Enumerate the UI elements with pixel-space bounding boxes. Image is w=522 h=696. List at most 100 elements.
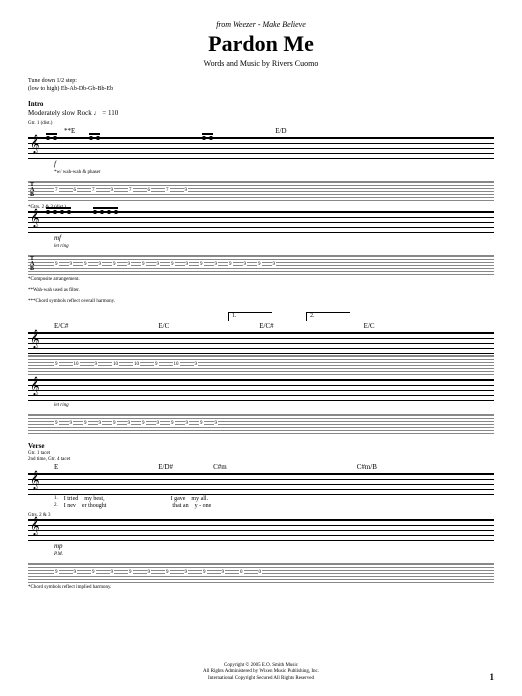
lyric: I gave (171, 496, 186, 502)
tab-num: 9 (94, 362, 99, 367)
treble-clef-icon: 𝄞 (30, 136, 39, 154)
chord: E/C (158, 322, 169, 330)
tab-num: 6 (147, 188, 152, 193)
page-number: 1 (490, 672, 495, 682)
phaser-note: *w/ wah-wah & phaser (28, 170, 494, 175)
verse-label: Verse (28, 442, 494, 450)
tab-num: 9 (184, 188, 189, 193)
tab-numbers-row: 999999999999 (46, 415, 494, 433)
song-title: Pardon Me (28, 31, 494, 57)
tab-num: 9 (214, 262, 219, 267)
vocal-staff: 𝄞 (28, 473, 494, 495)
tab-num: 9 (112, 262, 117, 267)
tab-num: 9 (154, 362, 159, 367)
tab-num: 9 (272, 262, 277, 267)
treble-clef-icon: 𝄞 (30, 472, 39, 490)
treble-clef-icon: 𝄞 (30, 331, 39, 349)
tab-label-icon: TAB (30, 183, 34, 198)
tab-num: 9 (243, 262, 248, 267)
tab-num: 9 (257, 262, 262, 267)
system-2: 1. 2. E/C# E/C E/C# E/C 𝄞 910910109109 𝄞… (28, 312, 494, 434)
lyric: I nev (64, 503, 76, 509)
lyrics-line2: 2. I nev er thought that an y - one (28, 503, 494, 509)
tab-num: 9 (83, 262, 88, 267)
tab-num: 7 (165, 188, 170, 193)
tab-num: 9 (110, 570, 115, 575)
gtr23-label: Gtrs. 2 & 3 (28, 513, 494, 518)
tab-num: 10 (73, 362, 80, 367)
tab-num: 9 (156, 262, 161, 267)
tab-staff: 999999999900 (28, 563, 494, 583)
chord-row-2: E/C# E/C E/C# E/C (28, 322, 494, 330)
staff-gtr1: 𝄞 f *w/ wah-wah & phaser TAB 7 6 7 9 7 6… (28, 137, 494, 201)
chord: E/C# (259, 322, 273, 330)
tab-num: 9 (141, 262, 146, 267)
tab-num: 9 (127, 262, 132, 267)
verse-num: 2. (54, 503, 58, 509)
tab-num: 9 (194, 362, 199, 367)
tab-num: 9 (185, 421, 190, 426)
footnote-composite: *Composite arrangement. (28, 277, 494, 282)
tab-num: 9 (54, 570, 59, 575)
tab-num: 9 (202, 570, 207, 575)
chord: C#m/B (357, 463, 377, 471)
dynamic-mp: mp (28, 542, 494, 550)
gtr4-tacet: 2nd time, Gtr. 4 tacet (28, 457, 494, 462)
tab-staff: TAB 7 6 7 9 7 6 7 9 (28, 181, 494, 201)
tab-num: 0 (239, 570, 244, 575)
tab-num: 9 (54, 362, 59, 367)
treble-clef-icon: 𝄞 (30, 210, 39, 228)
tab-num: 9 (69, 262, 74, 267)
treble-clef-icon: 𝄞 (30, 378, 39, 396)
tab-num: 9 (91, 570, 96, 575)
letring-note: let ring (28, 403, 494, 408)
tab-num: 7 (91, 188, 96, 193)
tab-num: 9 (214, 421, 219, 426)
tab-num: 9 (156, 421, 161, 426)
notation-staff: 𝄞 (28, 519, 494, 541)
lyric: y - one (195, 503, 212, 509)
tab-num: 9 (147, 570, 152, 575)
verse-num: 1. (54, 496, 58, 502)
tab-staff: 999999999999 (28, 414, 494, 434)
system-3: Verse Gtr. 1 tacet 2nd time, Gtr. 4 tace… (28, 442, 494, 590)
dynamic-mf: mf (28, 234, 494, 242)
tab-label-icon: TAB (30, 257, 34, 272)
notation-staff: 𝄞 (28, 379, 494, 401)
tab-num: 9 (83, 421, 88, 426)
chord-e: **E (64, 127, 75, 135)
tab-num: 9 (221, 570, 226, 575)
chord: E/C# (54, 322, 68, 330)
tab-num: 9 (54, 421, 59, 426)
tab-num: 10 (112, 362, 119, 367)
tab-num: 7 (54, 188, 59, 193)
tuning-note: Tune down 1/2 step: (low to high) Eb-Ab-… (28, 78, 494, 94)
tab-num: 9 (110, 188, 115, 193)
tab-numbers-row: 999999999900 (46, 564, 494, 582)
tuning-line2: (low to high) Eb-Ab-Db-Gb-Bb-Eb (28, 86, 494, 94)
volta-row: 1. 2. (28, 312, 494, 321)
sheet-music-page: from Weezer - Make Believe Pardon Me Wor… (0, 0, 522, 618)
tab-staff: 910910109109 (28, 355, 494, 375)
lyrics-line1: 1. I tried my best, I gave my all. (28, 496, 494, 502)
footnote-implied: *Chord symbols reflect implied harmony. (28, 585, 494, 590)
tab-num: 9 (112, 421, 117, 426)
tab-num: 9 (199, 421, 204, 426)
lyric: that an (172, 503, 188, 509)
tab-numbers-row: 9999999999999999 (46, 256, 494, 274)
tab-num: 0 (258, 570, 263, 575)
gtr1-label: Gtr. 1 (dist.) (28, 121, 494, 126)
copyright-block: Copyright © 2005 E.O. Smith Music All Ri… (0, 663, 522, 683)
tab-num: 9 (141, 421, 146, 426)
pm-note: P.M. (28, 552, 494, 557)
tab-numbers-row: 910910109109 (46, 356, 494, 374)
tuning-line1: Tune down 1/2 step: (28, 78, 494, 86)
tab-num: 9 (184, 570, 189, 575)
tab-num: 9 (128, 570, 133, 575)
chord: C#m (213, 463, 227, 471)
tab-num: 9 (185, 262, 190, 267)
tab-num: 9 (228, 262, 233, 267)
chord-row-3: E E/D# C#m C#m/B (28, 463, 494, 471)
chord-ed: E/D (275, 127, 286, 135)
tab-num: 9 (98, 262, 103, 267)
